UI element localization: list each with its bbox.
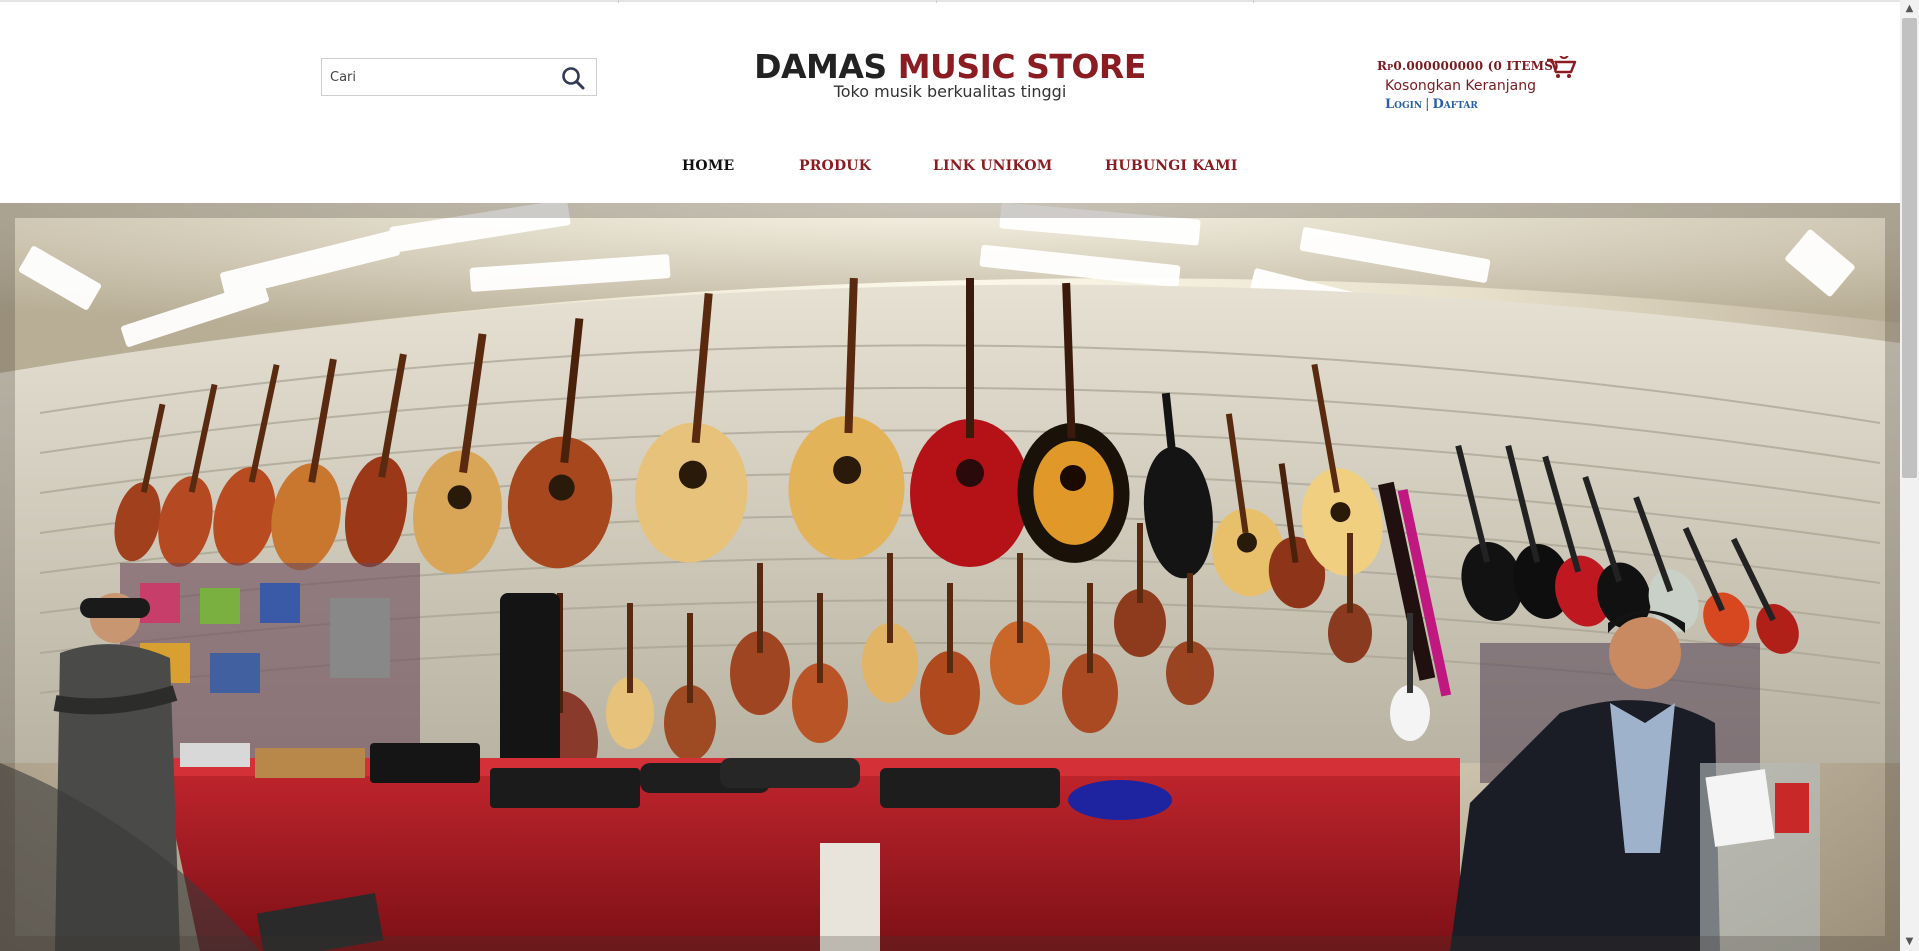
- search-input[interactable]: [330, 59, 550, 95]
- login-link[interactable]: Login: [1385, 97, 1422, 112]
- vertical-scrollbar[interactable]: ▲ ▼: [1900, 0, 1919, 951]
- page: DAMAS MUSIC STORE Toko musik berkualitas…: [0, 0, 1919, 951]
- scroll-down-icon[interactable]: ▼: [1903, 935, 1916, 949]
- brand-title-dark: DAMAS: [754, 47, 887, 86]
- brand-title-accent: MUSIC STORE: [897, 47, 1147, 86]
- nav-home[interactable]: HOME: [682, 158, 734, 174]
- nav-link-unikom[interactable]: LINK UNIKOM: [933, 158, 1052, 174]
- nav-hubungi-kami[interactable]: HUBUNGI KAMI: [1105, 158, 1238, 174]
- scroll-up-icon[interactable]: ▲: [1903, 2, 1916, 16]
- brand[interactable]: DAMAS MUSIC STORE Toko musik berkualitas…: [700, 48, 1200, 102]
- cart-icon[interactable]: [1546, 56, 1578, 80]
- auth-links: Login | Daftar: [1385, 97, 1478, 112]
- register-link[interactable]: Daftar: [1433, 97, 1478, 112]
- top-border: [0, 0, 1900, 3]
- cart-total: Rp0.000000000 (0 ITEMS): [1377, 59, 1559, 73]
- nav-produk[interactable]: PRODUK: [799, 158, 871, 174]
- search-box: [321, 58, 597, 96]
- hero-image: [0, 203, 1900, 951]
- hero-banner: [0, 203, 1900, 951]
- empty-cart-link[interactable]: Kosongkan Keranjang: [1385, 78, 1536, 94]
- search-icon[interactable]: [560, 65, 586, 91]
- main-nav: HOME PRODUK LINK UNIKOM HUBUNGI KAMI: [0, 158, 1900, 178]
- scroll-thumb[interactable]: [1902, 18, 1917, 478]
- brand-title: DAMAS MUSIC STORE: [700, 48, 1200, 86]
- auth-separator: |: [1425, 97, 1430, 112]
